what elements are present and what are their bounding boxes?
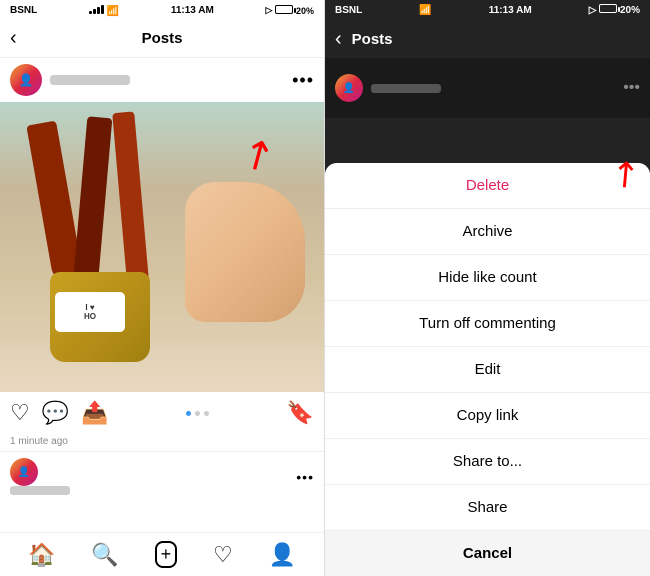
right-more-options[interactable]: ••• — [623, 79, 640, 97]
utensil-2 — [73, 116, 113, 288]
right-avatar: 👤 — [335, 74, 363, 102]
archive-item[interactable]: Archive — [325, 209, 650, 255]
right-nav-bar: ‹ Posts — [325, 20, 650, 58]
second-avatar: 👤 — [10, 458, 38, 486]
post-timestamp: 1 minute ago — [0, 434, 324, 451]
jar-text-1: I ♥ — [85, 303, 94, 312]
carrier-left: BSNL — [10, 5, 37, 16]
left-status-bar: BSNL 📶 11:13 AM ▷ 20% — [0, 0, 324, 20]
profile-nav-button[interactable]: 👤 — [269, 542, 296, 568]
second-post-header: 👤 ••• — [0, 451, 324, 501]
page-title-right: Posts — [352, 31, 393, 48]
user-info: 👤 — [10, 64, 130, 96]
right-post-preview: 👤 ••• — [325, 58, 650, 118]
carrier-right: BSNL — [335, 5, 362, 16]
share-button[interactable]: 📤 — [81, 400, 108, 426]
time-right: 11:13 AM — [489, 5, 532, 16]
dot-1 — [186, 411, 191, 416]
back-button-left[interactable]: ‹ — [10, 27, 17, 50]
arrow-icon-left: ▷ — [266, 5, 273, 16]
second-user-info: 👤 — [10, 458, 70, 495]
hide-like-count-item[interactable]: Hide like count — [325, 255, 650, 301]
action-sheet: Delete Archive Hide like count Turn off … — [325, 163, 650, 576]
share-item[interactable]: Share — [325, 485, 650, 531]
right-panel: BSNL 📶 11:13 AM ▷ 20% ‹ Posts 👤 ••• ↙ De… — [325, 0, 650, 576]
copy-link-item[interactable]: Copy link — [325, 393, 650, 439]
comment-button[interactable]: 💬 — [42, 400, 69, 426]
cancel-item[interactable]: Cancel — [325, 531, 650, 576]
edit-item[interactable]: Edit — [325, 347, 650, 393]
bottom-nav: 🏠 🔍 + ♡ 👤 — [0, 532, 324, 576]
add-nav-button[interactable]: + — [155, 541, 178, 568]
second-more-options[interactable]: ••• — [296, 469, 314, 485]
second-username-blur — [10, 486, 70, 495]
search-nav-button[interactable]: 🔍 — [91, 542, 118, 568]
hand-area — [185, 182, 305, 322]
jar-label: I ♥ HO — [55, 292, 125, 332]
bookmark-button[interactable]: 🔖 — [287, 400, 314, 426]
share-to-item[interactable]: Share to... — [325, 439, 650, 485]
signal-wifi-left: 📶 — [89, 4, 119, 17]
red-arrow-left: ↗ — [232, 127, 284, 184]
right-username-blur — [371, 84, 441, 93]
avatar: 👤 — [10, 64, 42, 96]
time-left: 11:13 AM — [171, 5, 214, 16]
left-panel: BSNL 📶 11:13 AM ▷ 20% ‹ Posts 👤 — [0, 0, 325, 576]
left-nav-bar: ‹ Posts — [0, 20, 324, 58]
post-actions: ♡ 💬 📤 🔖 — [0, 392, 324, 434]
status-icons-left: ▷ 20% — [266, 5, 314, 16]
post-header: 👤 ••• — [0, 58, 324, 102]
dot-2 — [195, 411, 200, 416]
more-options-button[interactable]: ••• — [292, 70, 314, 91]
back-button-right[interactable]: ‹ — [335, 28, 342, 51]
post-image-content: I ♥ HO ↗ — [0, 102, 325, 392]
utensil-3 — [112, 111, 150, 292]
post-action-icons: ♡ 💬 📤 — [10, 400, 109, 426]
signal-right: 📶 — [419, 5, 431, 16]
username-blur — [50, 75, 130, 85]
turn-off-commenting-item[interactable]: Turn off commenting — [325, 301, 650, 347]
activity-nav-button[interactable]: ♡ — [213, 542, 233, 568]
jar-text-2: HO — [84, 312, 96, 321]
like-button[interactable]: ♡ — [10, 400, 30, 426]
carousel-indicator — [186, 411, 209, 416]
page-title-left: Posts — [142, 30, 183, 47]
post-image: I ♥ HO ↗ — [0, 102, 325, 392]
dot-3 — [204, 411, 209, 416]
home-nav-button[interactable]: 🏠 — [28, 542, 55, 568]
battery-right: ▷ 20% — [589, 4, 640, 16]
right-status-bar: BSNL 📶 11:13 AM ▷ 20% — [325, 0, 650, 20]
battery-left: 20% — [275, 5, 314, 16]
